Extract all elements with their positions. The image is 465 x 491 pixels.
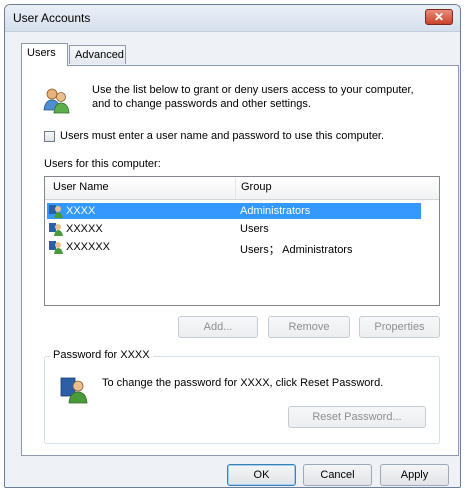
group-cell: Users <box>240 223 269 235</box>
user-icon <box>49 205 63 218</box>
close-button[interactable]: ✕ <box>425 9 453 25</box>
ok-button[interactable]: OK <box>227 464 296 486</box>
group-cell: Users； Administrators <box>240 244 353 256</box>
apply-button[interactable]: Apply <box>380 464 449 486</box>
table-row[interactable]: XXXXXX Users； Administrators <box>47 239 421 256</box>
user-name-cell: XXXXX <box>66 223 103 235</box>
list-header: User Name Group <box>45 177 439 200</box>
user-accounts-window: User Accounts ✕ Users Advanced Use the l… <box>4 4 461 488</box>
tab-users[interactable]: Users <box>21 43 68 66</box>
column-header-group[interactable]: Group <box>241 181 272 193</box>
password-instructions: To change the password for XXXX, click R… <box>102 377 384 389</box>
require-login-checkbox[interactable] <box>44 131 55 142</box>
users-section-label: Users for this computer: <box>44 158 161 170</box>
remove-user-button[interactable]: Remove <box>268 316 350 338</box>
group-cell: Administrators <box>240 205 311 217</box>
title-bar[interactable]: User Accounts ✕ <box>5 5 460 32</box>
user-name-cell: XXXXXX <box>66 241 111 253</box>
cancel-button[interactable]: Cancel <box>303 464 372 486</box>
reset-password-button[interactable]: Reset Password... <box>288 406 426 428</box>
tab-advanced[interactable]: Advanced <box>69 45 126 64</box>
user-icon <box>49 241 63 254</box>
intro-line-2: and to change passwords and other settin… <box>92 98 311 110</box>
intro-line-1: Use the list below to grant or deny user… <box>92 84 414 96</box>
window-title: User Accounts <box>13 11 91 25</box>
intro-text: Use the list below to grant or deny user… <box>92 83 452 111</box>
table-row[interactable]: XXXXX Users <box>47 221 421 237</box>
user-name-cell: XXXX <box>66 205 96 217</box>
password-group-title: Password for XXXX <box>50 349 153 361</box>
user-key-icon <box>60 377 88 404</box>
require-login-label[interactable]: Users must enter a user name and passwor… <box>60 130 384 142</box>
properties-button[interactable]: Properties <box>359 316 440 338</box>
column-header-user-name[interactable]: User Name <box>53 181 109 193</box>
column-separator[interactable] <box>235 178 236 198</box>
users-list[interactable]: User Name Group XXXX Administrators XXXX… <box>44 176 440 306</box>
close-icon: ✕ <box>433 10 445 24</box>
add-user-button[interactable]: Add... <box>178 316 258 338</box>
password-groupbox <box>44 356 440 444</box>
table-row[interactable]: XXXX Administrators <box>47 203 421 219</box>
users-icon <box>43 88 70 114</box>
users-tab-panel: Use the list below to grant or deny user… <box>21 65 459 456</box>
user-icon <box>49 223 63 236</box>
